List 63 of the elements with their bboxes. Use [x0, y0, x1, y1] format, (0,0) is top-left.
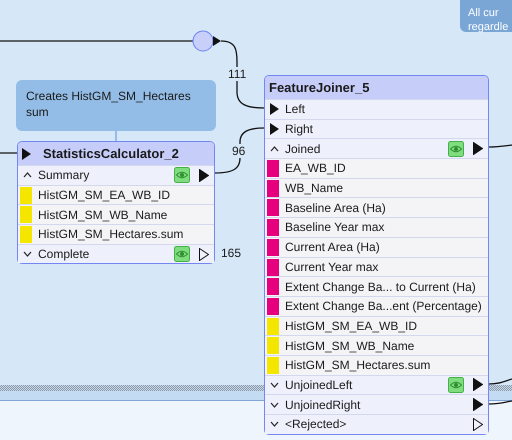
attribute-label: Baseline Area (Ha)	[285, 200, 386, 215]
attribute-label: HistGM_SM_EA_WB_ID	[285, 318, 418, 333]
port-label: Complete	[38, 247, 90, 262]
output-port-icon[interactable]	[199, 248, 209, 261]
transformer-title: FeatureJoiner_5	[269, 80, 370, 95]
caret-icon[interactable]	[23, 251, 32, 258]
attribute-label: HistGM_SM_Hectares.sum	[38, 227, 184, 242]
annotation-text: Creates HistGM_SM_Hectares	[26, 88, 192, 104]
attribute-label: HistGM_SM_EA_WB_ID	[38, 188, 170, 202]
annotation-text: regardle	[468, 20, 510, 34]
input-port-icon[interactable]	[270, 103, 279, 116]
attribute-label: Current Year max	[285, 260, 378, 274]
port-label: Summary	[38, 168, 90, 182]
transformer-node[interactable]: StatisticsCalculator_2 Summary HistGM_SM_EA_WB_ID HistGM_SM_WB_Name HistGM_SM_Hectares.sum Complete	[17, 141, 215, 264]
wire-line	[0, 152, 17, 154]
attribute-label: HistGM_SM_WB_Name	[38, 208, 168, 222]
annotation-text: sum	[26, 104, 50, 120]
attribute-label: Extent Change Ba... to Current (Ha)	[285, 280, 476, 294]
output-port-icon[interactable]	[473, 398, 483, 412]
feature-count: 165	[221, 246, 242, 260]
annotation-text: All cur	[468, 6, 500, 20]
annotation-box[interactable]: Creates HistGM_SM_Hectares sum	[16, 80, 216, 131]
port-label: Right	[285, 122, 314, 136]
caret-icon[interactable]	[270, 382, 279, 388]
eye-icon[interactable]	[448, 376, 464, 393]
annotation-pointer	[115, 131, 117, 141]
attribute-label: HistGM_SM_Hectares.sum	[285, 358, 430, 372]
output-port-icon[interactable]	[473, 418, 483, 431]
caret-icon[interactable]	[270, 402, 279, 408]
port-label: <Rejected>	[285, 417, 346, 432]
eye-icon[interactable]	[174, 167, 190, 184]
caret-icon[interactable]	[270, 146, 279, 152]
port-label: Left	[285, 102, 306, 116]
attribute-label: Extent Change Ba...ent (Percentage)	[285, 299, 482, 314]
caret-icon[interactable]	[23, 172, 32, 178]
attribute-label: WB_Name	[285, 181, 344, 196]
input-port-icon[interactable]	[22, 148, 31, 160]
attribute-label: Baseline Year max	[285, 220, 384, 234]
input-port-icon[interactable]	[270, 123, 279, 136]
eye-icon[interactable]	[448, 140, 464, 157]
attribute-label: Current Area (Ha)	[285, 240, 380, 254]
output-port-icon[interactable]	[199, 168, 209, 182]
transformer-header[interactable]: StatisticsCalculator_2	[18, 142, 214, 165]
wire-line	[489, 144, 512, 148]
caret-icon[interactable]	[270, 421, 279, 428]
output-port-icon[interactable]	[473, 142, 483, 156]
port-label: UnjoinedRight	[285, 398, 360, 412]
wire-line	[489, 400, 512, 405]
eye-icon[interactable]	[174, 246, 190, 262]
transformer-header[interactable]: FeatureJoiner_5	[265, 76, 488, 99]
transformer-title: StatisticsCalculator_2	[43, 146, 179, 161]
output-port-icon[interactable]	[473, 378, 483, 392]
junction-icon	[192, 30, 221, 52]
port-label: Joined	[285, 142, 320, 156]
transformer-node[interactable]	[264, 75, 489, 435]
port-label: UnjoinedLeft	[285, 378, 352, 392]
wire-line	[488, 378, 512, 385]
wire-line	[214, 127, 264, 174]
attribute-label: EA_WB_ID	[285, 161, 346, 176]
wire-line	[220, 40, 264, 109]
attribute-label: HistGM_SM_WB_Name	[285, 338, 414, 353]
feature-count: 96	[232, 144, 246, 158]
feature-count: 111	[228, 67, 246, 81]
